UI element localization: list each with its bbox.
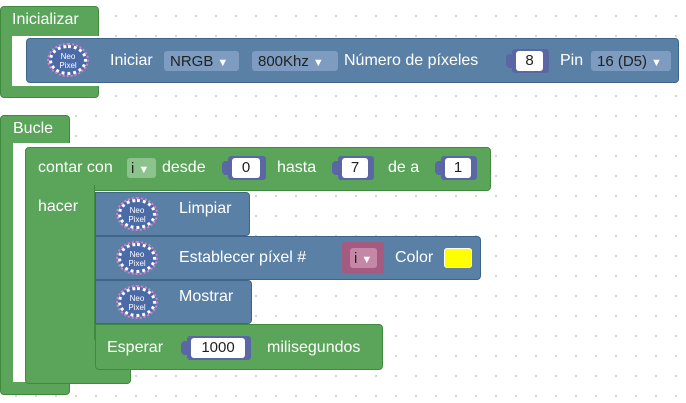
set-pixel-label: Establecer píxel # bbox=[179, 249, 307, 266]
chevron-down-icon: ▼ bbox=[217, 57, 229, 69]
bucle-label: Bucle bbox=[13, 120, 54, 137]
count-with-label: contar con bbox=[38, 159, 113, 176]
chevron-down-icon: ▼ bbox=[651, 57, 662, 69]
wait-number-block[interactable]: 1000 bbox=[181, 336, 251, 360]
neopixel-icon: Neo Pixel bbox=[47, 43, 89, 77]
pin-label: Pin bbox=[560, 52, 584, 69]
pin-dropdown[interactable]: 16 (D5) ▼ bbox=[590, 50, 672, 72]
from-label: desde bbox=[162, 159, 206, 176]
frequency-dropdown[interactable]: 800Khz ▼ bbox=[251, 50, 339, 72]
to-number-block[interactable]: 7 bbox=[332, 156, 374, 180]
clear-label: Limpiar bbox=[179, 200, 232, 217]
neopixel-icon: Neo Pixel bbox=[116, 241, 158, 275]
pixel-count-number-block[interactable]: 8 bbox=[506, 49, 549, 73]
to-label: hasta bbox=[277, 159, 317, 176]
chevron-down-icon: ▼ bbox=[361, 254, 373, 266]
wait-label: Esperar bbox=[107, 339, 164, 356]
to-input[interactable]: 7 bbox=[342, 158, 368, 178]
step-input[interactable]: 1 bbox=[445, 158, 471, 178]
pixel-index-variable-dropdown[interactable]: i ▼ bbox=[349, 247, 378, 269]
color-picker-swatch[interactable] bbox=[444, 248, 472, 268]
pixel-count-label: Número de píxeles bbox=[344, 52, 479, 69]
iniciar-label: Iniciar bbox=[110, 52, 153, 69]
loop-variable-dropdown[interactable]: i ▼ bbox=[126, 157, 157, 179]
neopixel-icon: Neo Pixel bbox=[116, 285, 158, 319]
step-label: de a bbox=[388, 159, 420, 176]
neopixel-show-block[interactable]: Neo Pixel Mostrar bbox=[95, 280, 252, 324]
neopixel-init-block[interactable]: Neo Pixel Iniciar NRGB ▼ 800Khz ▼ Número de… bbox=[26, 38, 679, 83]
neopixel-icon: Neo Pixel bbox=[116, 197, 158, 231]
from-input[interactable]: 0 bbox=[232, 158, 260, 178]
wait-input[interactable]: 1000 bbox=[191, 338, 245, 358]
wait-unit-label: milisegundos bbox=[267, 339, 361, 356]
step-number-block[interactable]: 1 bbox=[435, 156, 477, 180]
pixel-count-input[interactable]: 8 bbox=[516, 51, 543, 71]
wait-block[interactable]: Esperar 1000 milisegundos bbox=[95, 324, 383, 370]
neopixel-setpixel-block[interactable]: Neo Pixel Establecer píxel # i ▼ Color bbox=[95, 236, 481, 280]
color-label: Color bbox=[395, 249, 434, 266]
neopixel-clear-block[interactable]: Neo Pixel Limpiar bbox=[95, 192, 250, 236]
from-number-block[interactable]: 0 bbox=[222, 156, 266, 180]
strip-type-dropdown[interactable]: NRGB ▼ bbox=[163, 50, 240, 72]
show-label: Mostrar bbox=[179, 288, 234, 305]
do-label: hacer bbox=[38, 198, 79, 215]
chevron-down-icon: ▼ bbox=[312, 57, 324, 69]
chevron-down-icon: ▼ bbox=[138, 164, 150, 176]
pixel-index-variable-block[interactable]: i ▼ bbox=[342, 242, 384, 274]
inicializar-label: Inicializar bbox=[12, 11, 79, 28]
